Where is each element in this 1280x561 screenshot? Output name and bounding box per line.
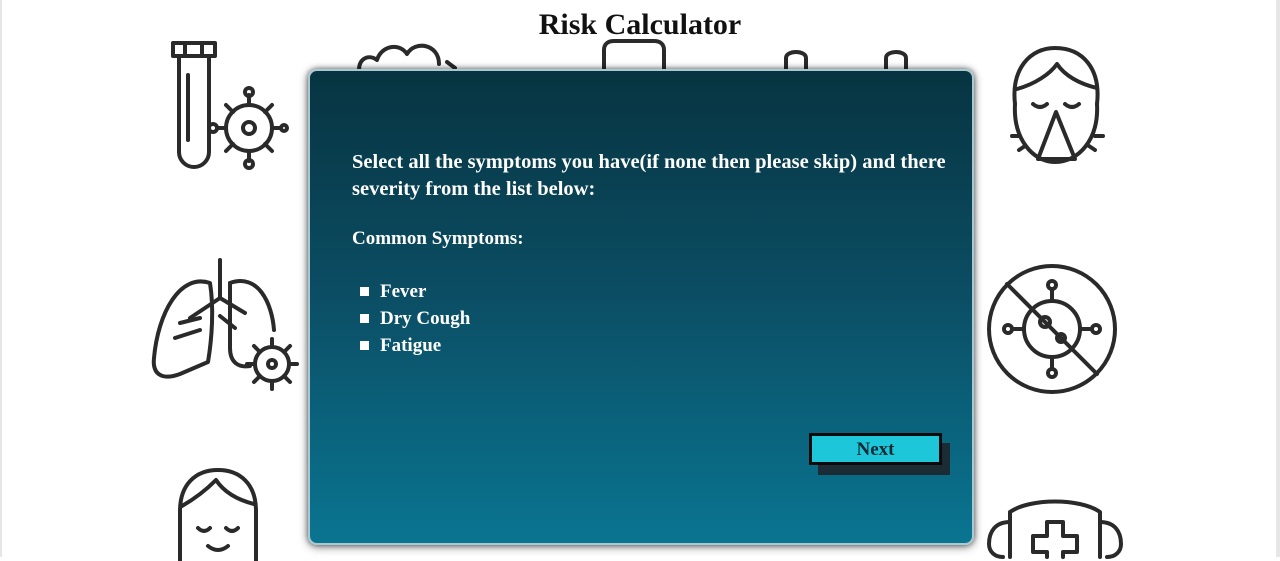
symptom-dialog: Select all the symptoms you have(if none… xyxy=(308,69,974,545)
symptom-label: Dry Cough xyxy=(380,307,471,329)
symptom-option-dry-cough[interactable]: Dry Cough xyxy=(360,305,470,332)
cloud-virus-icon xyxy=(355,38,465,72)
bullet-icon xyxy=(360,287,369,296)
frame-edge-right xyxy=(1276,0,1280,557)
symptom-label: Fever xyxy=(380,280,427,302)
medical-mask-icon xyxy=(985,492,1125,559)
handwash-icon xyxy=(780,44,920,74)
frame-edge-left xyxy=(0,0,2,557)
test-tube-virus-icon xyxy=(165,40,289,175)
no-virus-icon xyxy=(985,262,1120,397)
next-button[interactable]: Next xyxy=(809,433,942,465)
section-heading: Common Symptoms: xyxy=(352,228,524,249)
sneezing-face-icon xyxy=(1005,44,1110,176)
bullet-icon xyxy=(360,341,369,350)
lungs-virus-icon xyxy=(150,258,305,393)
symptom-label: Fatigue xyxy=(380,334,442,356)
bullet-icon xyxy=(360,314,369,323)
symptom-option-fatigue[interactable]: Fatigue xyxy=(360,332,470,359)
symptom-option-fever[interactable]: Fever xyxy=(360,278,470,305)
phone-icon xyxy=(600,38,680,72)
face-mask-icon xyxy=(168,466,268,561)
symptom-list: Fever Dry Cough Fatigue xyxy=(360,278,470,359)
page-title: Risk Calculator xyxy=(538,8,742,41)
instructions-text: Select all the symptoms you have(if none… xyxy=(352,151,946,200)
